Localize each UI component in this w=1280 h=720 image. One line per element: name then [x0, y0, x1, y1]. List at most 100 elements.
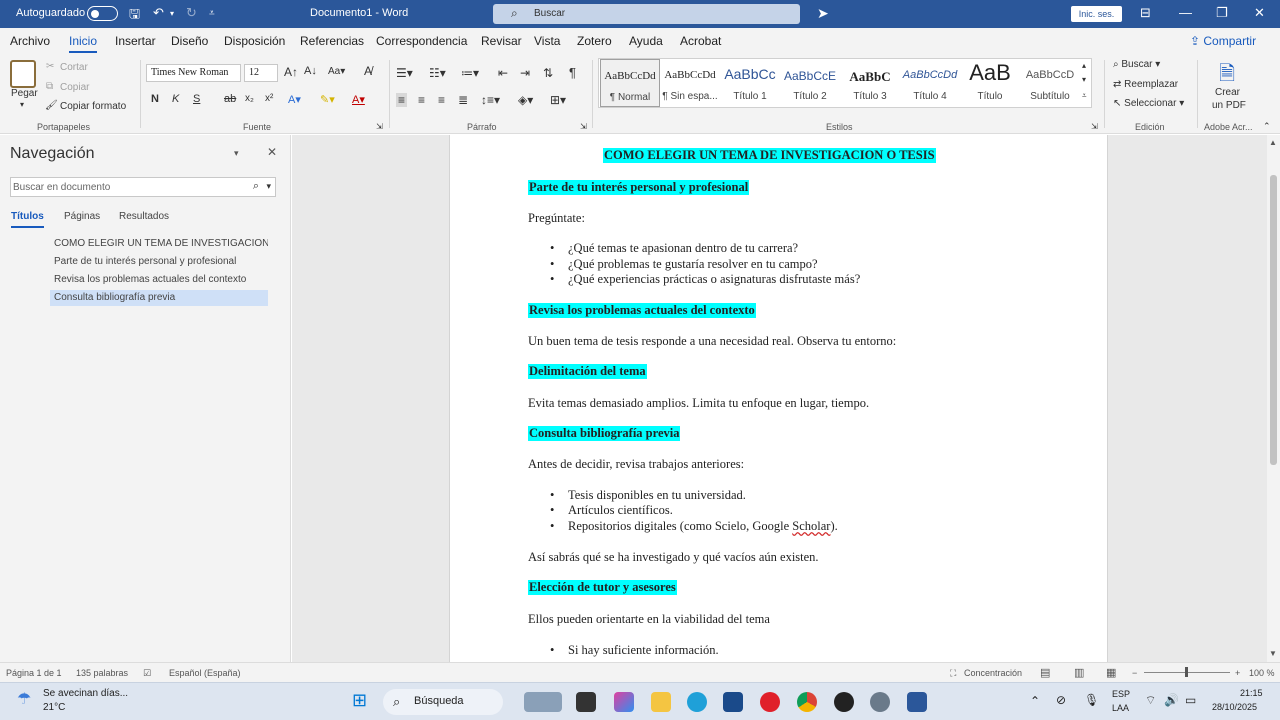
- volume-icon[interactable]: 🔊: [1164, 693, 1179, 707]
- paste-button[interactable]: Pegar: [11, 88, 38, 99]
- multilevel-list-icon[interactable]: ≔▾: [461, 66, 479, 80]
- show-formatting-icon[interactable]: ¶: [569, 65, 576, 80]
- tab-vista[interactable]: Vista: [534, 34, 560, 48]
- undo-dropdown-icon[interactable]: ▾: [170, 9, 174, 18]
- nav-heading-item[interactable]: Parte de tu interés personal y profesion…: [50, 254, 268, 270]
- nav-heading-item[interactable]: COMO ELEGIR UN TEMA DE INVESTIGACION...: [50, 236, 268, 252]
- format-painter-button[interactable]: Copiar formato: [60, 101, 126, 112]
- shrink-font-icon[interactable]: A↓: [304, 65, 317, 77]
- copilot-icon[interactable]: [614, 692, 634, 712]
- store-icon[interactable]: [723, 692, 743, 712]
- windows-start-icon[interactable]: ⊞: [352, 690, 367, 711]
- tab-paginas[interactable]: Páginas: [64, 211, 100, 222]
- zoom-in-icon[interactable]: +: [1235, 668, 1240, 678]
- sync-off-icon[interactable]: ⊘: [1056, 693, 1066, 707]
- tab-diseno[interactable]: Diseño: [171, 34, 208, 48]
- search-highlight-icon[interactable]: [524, 692, 562, 712]
- style-subtitle[interactable]: AaBbCcD Subtítulo: [1020, 59, 1080, 107]
- tab-resultados[interactable]: Resultados: [119, 211, 169, 222]
- tab-ayuda[interactable]: Ayuda: [629, 34, 663, 48]
- title-search-box[interactable]: ⌕ Buscar: [493, 4, 800, 24]
- tab-acrobat[interactable]: Acrobat: [680, 34, 721, 48]
- customize-qat-icon[interactable]: ⩡: [209, 8, 215, 19]
- zoom-slider-knob[interactable]: [1185, 667, 1188, 677]
- search-icon[interactable]: ⌕: [253, 180, 259, 193]
- style-heading-3[interactable]: AaBbC Título 3: [840, 59, 900, 107]
- scroll-down-icon[interactable]: ▼: [1269, 649, 1277, 658]
- italic-button[interactable]: K: [172, 93, 179, 105]
- undo-icon[interactable]: ↶: [153, 5, 164, 21]
- create-pdf-label-1[interactable]: Crear: [1215, 87, 1240, 98]
- save-icon[interactable]: 🖫: [129, 5, 140, 27]
- bullets-icon[interactable]: ☰▾: [396, 66, 413, 80]
- nav-search-input[interactable]: [13, 179, 243, 195]
- increase-indent-icon[interactable]: ⇥: [520, 66, 530, 80]
- restore-icon[interactable]: ❐: [1216, 5, 1228, 21]
- paragraph-dialog-icon[interactable]: ⇲: [580, 122, 587, 131]
- microphone-icon[interactable]: 🎙: [1084, 693, 1099, 707]
- clock-date[interactable]: 28/10/2025: [1212, 702, 1257, 712]
- autosave-toggle[interactable]: [87, 6, 118, 21]
- line-spacing-icon[interactable]: ↕≡▾: [481, 93, 500, 107]
- paste-dropdown-icon[interactable]: ▾: [20, 100, 24, 109]
- grow-font-icon[interactable]: A↑: [284, 65, 298, 79]
- print-layout-icon[interactable]: ▥: [1074, 666, 1084, 679]
- superscript-icon[interactable]: x²: [265, 93, 273, 104]
- styles-scroll-down-icon[interactable]: ▾: [1082, 75, 1086, 84]
- tab-archivo[interactable]: Archivo: [10, 34, 50, 48]
- clear-format-icon[interactable]: A̸: [364, 64, 372, 78]
- styles-scroll-up-icon[interactable]: ▴: [1082, 61, 1086, 70]
- find-button[interactable]: ⌕ Buscar ▾: [1113, 59, 1160, 70]
- keyboard-layout[interactable]: LAA: [1112, 703, 1129, 713]
- clock-time[interactable]: 21:15: [1240, 688, 1263, 698]
- language-status[interactable]: Español (España): [169, 668, 241, 678]
- font-dialog-icon[interactable]: ⇲: [376, 122, 383, 131]
- cut-button[interactable]: Cortar: [60, 62, 88, 73]
- tab-referencias[interactable]: Referencias: [300, 34, 364, 48]
- zoom-out-icon[interactable]: −: [1132, 668, 1137, 678]
- chrome-icon[interactable]: [797, 692, 817, 712]
- ribbon-display-icon[interactable]: ⊟: [1140, 5, 1151, 21]
- spelling-error-word[interactable]: Scholar: [792, 519, 830, 533]
- word-count[interactable]: 135 palabras: [76, 668, 128, 678]
- task-view-icon[interactable]: [576, 692, 596, 712]
- styles-more-icon[interactable]: ⩡: [1082, 91, 1087, 101]
- tab-titulos[interactable]: Títulos: [11, 211, 44, 228]
- document-page[interactable]: COMO ELEGIR UN TEMA DE INVESTIGACION O T…: [449, 135, 1108, 662]
- word-icon[interactable]: [907, 692, 927, 712]
- borders-icon[interactable]: ⊞▾: [550, 93, 566, 107]
- file-explorer-icon[interactable]: [651, 692, 671, 712]
- tab-disposicion[interactable]: Disposición: [224, 34, 285, 48]
- paste-icon[interactable]: [10, 60, 36, 88]
- nav-heading-item-selected[interactable]: Consulta bibliografía previa: [50, 290, 268, 306]
- opera-icon[interactable]: [760, 692, 780, 712]
- highlight-icon[interactable]: ✎▾: [320, 93, 335, 106]
- nav-close-icon[interactable]: ✕: [267, 145, 277, 159]
- edge-icon[interactable]: [687, 692, 707, 712]
- taskbar-search[interactable]: ⌕ Búsqueda: [383, 689, 503, 715]
- shading-icon[interactable]: ◈▾: [518, 93, 533, 107]
- signin-button[interactable]: Inic. ses.: [1071, 6, 1122, 22]
- tab-insertar[interactable]: Insertar: [115, 34, 156, 48]
- style-heading-4[interactable]: AaBbCcDd Título 4: [900, 59, 960, 107]
- replace-button[interactable]: ⇄ Reemplazar: [1113, 79, 1178, 90]
- proofing-icon[interactable]: ☑: [143, 668, 151, 679]
- align-right-icon[interactable]: ≡: [438, 93, 445, 107]
- chevron-down-icon[interactable]: ▾: [266, 181, 271, 192]
- copy-button[interactable]: Copiar: [60, 82, 89, 93]
- wifi-icon[interactable]: ⌔: [1145, 693, 1156, 708]
- style-no-spacing[interactable]: AaBbCcDd ¶ Sin espa...: [660, 59, 720, 107]
- share-button[interactable]: ⇪ Compartir: [1190, 34, 1256, 48]
- redo-icon[interactable]: ↻: [186, 5, 197, 21]
- font-size-select[interactable]: 12: [244, 64, 278, 82]
- app-icon[interactable]: [834, 692, 854, 712]
- chevron-up-icon[interactable]: ⌃: [1030, 694, 1040, 708]
- justify-icon[interactable]: ≣: [458, 93, 468, 107]
- tab-revisar[interactable]: Revisar: [481, 34, 522, 48]
- font-name-select[interactable]: Times New Roman: [146, 64, 241, 82]
- language-code[interactable]: ESP: [1112, 689, 1130, 699]
- nav-heading-item[interactable]: Revisa los problemas actuales del contex…: [50, 272, 268, 288]
- numbering-icon[interactable]: ☷▾: [429, 66, 446, 80]
- nav-options-icon[interactable]: ▾: [234, 148, 239, 159]
- scroll-up-icon[interactable]: ▲: [1269, 138, 1277, 147]
